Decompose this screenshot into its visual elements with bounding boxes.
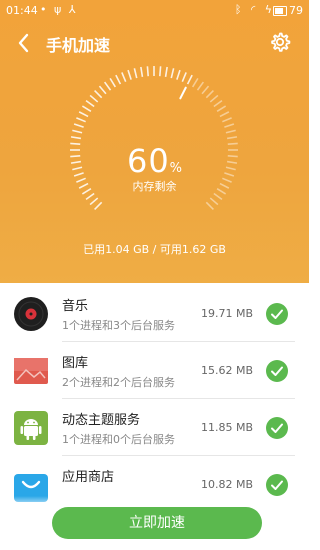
gauge-tick — [213, 192, 223, 201]
status-right-icons: ᛒ ◜ ϟ — [235, 3, 275, 16]
gauge-tick — [89, 94, 99, 103]
title-bar: 手机加速 — [0, 26, 309, 60]
boost-button[interactable]: 立即加速 — [52, 507, 262, 539]
gauge-tick — [164, 66, 168, 78]
gauge-tick — [205, 201, 214, 210]
gauge-tick — [73, 123, 84, 128]
gauge-tick — [72, 129, 83, 134]
gauge-tick — [127, 69, 132, 80]
check-icon[interactable] — [266, 360, 288, 382]
back-arrow-icon — [18, 33, 29, 53]
list-item-theme-service[interactable]: 动态主题服务 1个进程和0个后台服务 11.85 MB — [0, 399, 309, 456]
gauge-tick — [213, 99, 223, 108]
gauge-tick — [226, 136, 238, 140]
gauge-needle — [179, 86, 187, 100]
gauge-tick — [181, 72, 187, 82]
app-desc: 1个进程和3个后台服务 — [62, 319, 175, 332]
gauge-tick — [205, 90, 214, 99]
gauge-tick — [216, 105, 227, 113]
gauge-tick — [191, 77, 199, 88]
gauge-tick — [170, 68, 175, 79]
gauge-tick — [103, 81, 112, 91]
gauge-tick — [146, 66, 149, 77]
page-title: 手机加速 — [46, 36, 111, 55]
memory-percent-value: 60 — [126, 142, 170, 180]
music-disc-icon — [14, 297, 48, 331]
check-icon[interactable] — [266, 417, 288, 439]
list-item-music[interactable]: 音乐 1个进程和3个后台服务 19.71 MB — [0, 285, 309, 342]
app-size: 10.82 MB — [200, 478, 253, 491]
app-desc: 2个进程和2个后台服务 — [62, 376, 175, 389]
gauge-tick — [219, 111, 230, 118]
status-time: 01:44 — [6, 4, 38, 17]
gauge-tick — [70, 136, 82, 140]
memory-summary: 已用1.04 GB / 可用1.62 GB — [83, 243, 226, 256]
notification-dot-icon: • — [40, 3, 49, 16]
gauge-tick — [89, 197, 99, 206]
battery-level: 79 — [289, 4, 303, 17]
back-button[interactable] — [14, 30, 36, 56]
gauge-tick — [81, 105, 92, 113]
gauge-tick — [85, 192, 95, 201]
android-robot-icon — [14, 411, 48, 445]
status-left-icons: • ψ ⅄ — [40, 3, 78, 16]
gauge-tick — [196, 81, 205, 91]
gauge-tick — [176, 69, 181, 80]
gauge-tick — [140, 66, 144, 78]
gauge-tick — [186, 74, 193, 85]
gauge-tick — [85, 99, 95, 108]
bluetooth-icon: ᛒ — [234, 3, 245, 16]
check-icon[interactable] — [266, 474, 288, 496]
gear-icon — [271, 32, 291, 52]
header-panel: 01:44 • ψ ⅄ ᛒ ◜ ϟ 79 手机加速 60% 内存剩余 已用1.0… — [0, 0, 309, 283]
app-desc: 1个进程和0个后台服务 — [62, 433, 175, 446]
settings-button[interactable] — [269, 31, 291, 53]
gauge-tick — [209, 94, 219, 103]
gauge-tick — [94, 90, 103, 99]
gauge-tick — [115, 74, 122, 85]
app-size: 15.62 MB — [200, 364, 253, 377]
gauge-tick — [133, 68, 138, 79]
check-icon[interactable] — [266, 303, 288, 325]
gauge-tick — [109, 77, 117, 88]
gauge-tick — [224, 123, 235, 128]
gauge-tick — [94, 201, 103, 210]
app-name: 图库 — [62, 356, 89, 371]
gauge-tick — [121, 72, 127, 82]
gauge-tick — [159, 66, 162, 77]
gallery-icon — [14, 358, 48, 384]
app-name: 应用商店 — [62, 470, 115, 485]
memory-label: 内存剩余 — [132, 180, 177, 193]
gauge-tick — [201, 85, 210, 95]
gauge-tick — [222, 117, 232, 123]
usb-icon: ψ — [54, 3, 64, 16]
app-size: 11.85 MB — [200, 421, 253, 434]
gauge-tick — [78, 111, 89, 118]
memory-percent: 60% — [0, 142, 309, 180]
gauge-tick — [209, 197, 219, 206]
list-item-gallery[interactable]: 图库 2个进程和2个后台服务 15.62 MB — [0, 342, 309, 399]
memory-percent-unit: % — [169, 161, 183, 176]
gauge-tick — [225, 129, 236, 134]
gauge-tick — [98, 85, 107, 95]
wifi-icon: ◜ — [250, 3, 259, 16]
gauge-tick — [76, 117, 86, 123]
battery-icon — [273, 6, 287, 16]
usb-debug-icon: ⅄ — [68, 3, 78, 16]
app-size: 19.71 MB — [200, 307, 253, 320]
app-name: 动态主题服务 — [62, 413, 141, 428]
app-name: 音乐 — [62, 299, 89, 314]
status-bar: 01:44 • ψ ⅄ ᛒ ◜ ϟ 79 — [0, 0, 309, 22]
battery-indicator: 79 — [273, 4, 303, 17]
